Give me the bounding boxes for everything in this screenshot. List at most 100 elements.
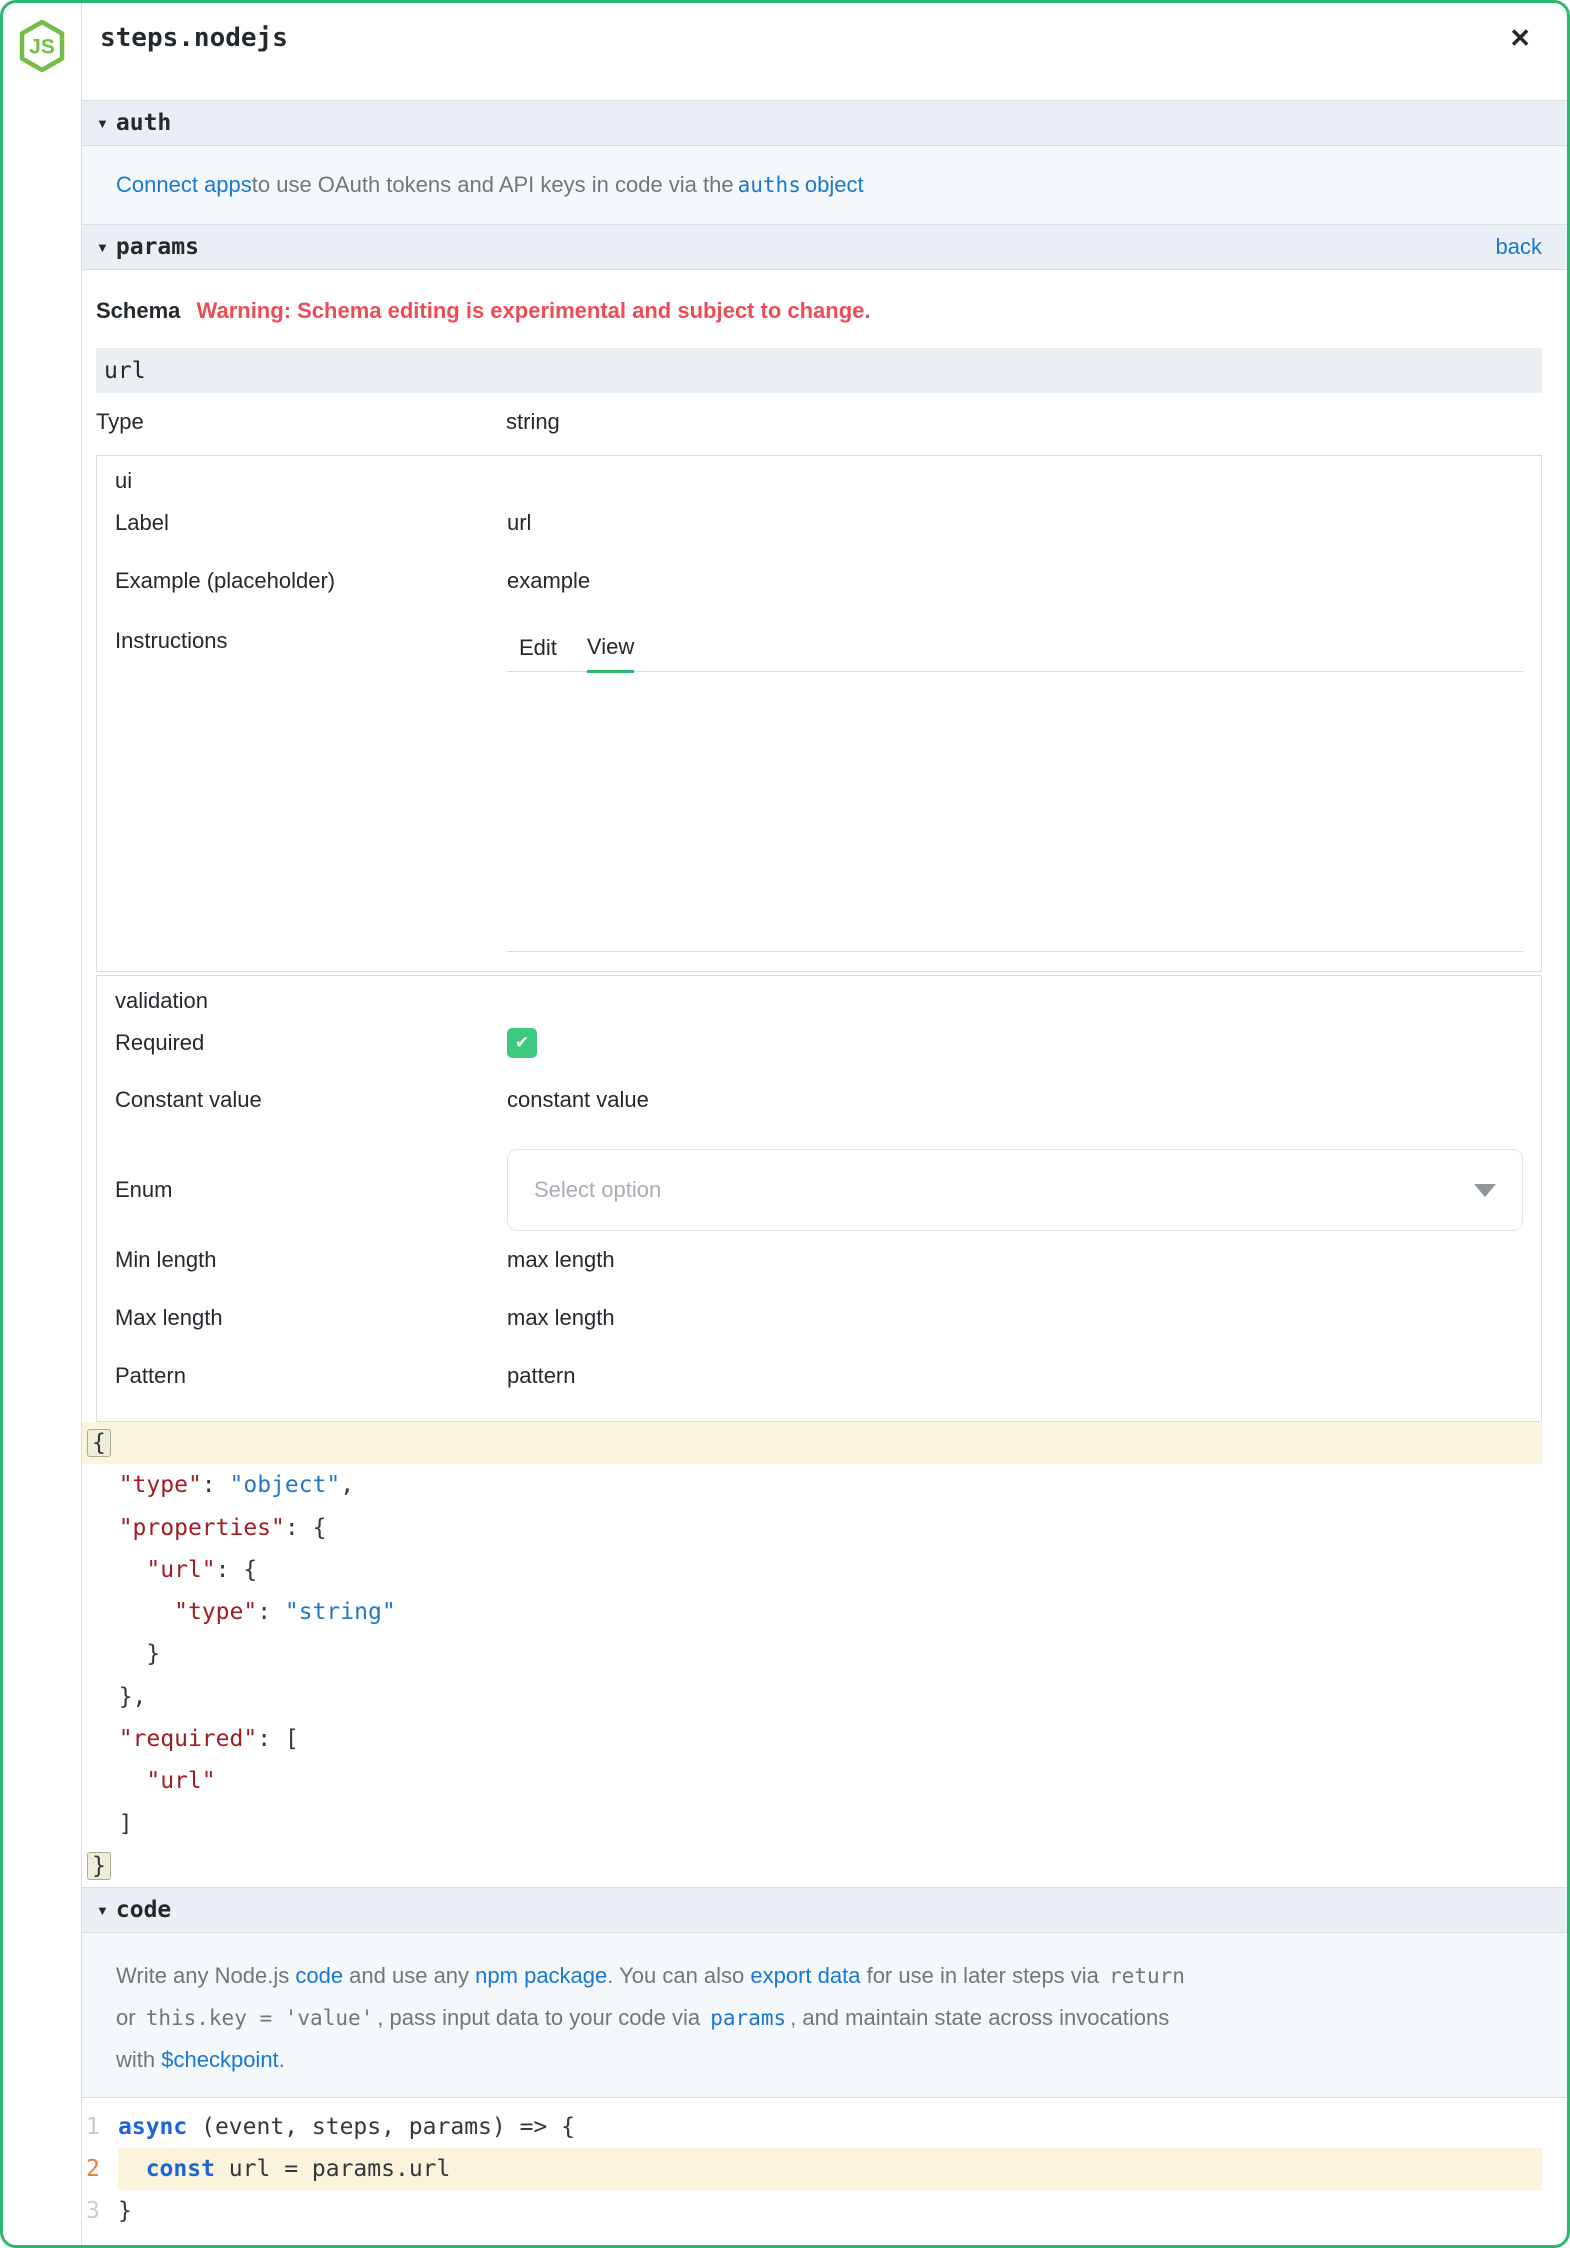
text-segment: and use any: [343, 1963, 475, 1988]
auth-section-header[interactable]: ▼ auth: [82, 100, 1567, 146]
code-token: : [: [257, 1726, 299, 1752]
code-editor-line[interactable]: 3}: [82, 2190, 1542, 2232]
inline-link[interactable]: Connect apps: [116, 172, 252, 198]
schema-editor-line[interactable]: "url": [82, 1760, 1542, 1802]
required-label: Required: [115, 1030, 507, 1056]
schema-editor-line[interactable]: },: [82, 1676, 1542, 1718]
back-link[interactable]: back: [1496, 234, 1542, 260]
chevron-down-icon: [1474, 1184, 1496, 1197]
code-token: [91, 1515, 119, 1541]
params-body: Schema Warning: Schema editing is experi…: [82, 270, 1567, 1422]
text-segment: for use in later steps via: [860, 1963, 1105, 1988]
schema-warning: Warning: Schema editing is experimental …: [197, 298, 871, 323]
label-row-value[interactable]: url: [507, 510, 531, 536]
tab-view[interactable]: View: [587, 634, 634, 673]
code-token: "type": [119, 1472, 202, 1498]
params-section-label: params: [116, 234, 199, 260]
line-number: 2: [82, 2148, 118, 2190]
code-line-content[interactable]: }: [118, 2190, 1542, 2232]
code-line-content[interactable]: async (event, steps, params) => {: [118, 2106, 1542, 2148]
inline-link[interactable]: $checkpoint: [161, 2047, 278, 2072]
schema-json-editor[interactable]: { "type": "object", "properties": { "url…: [82, 1422, 1542, 1887]
constant-value-label: Constant value: [115, 1087, 507, 1113]
code-token: "url": [146, 1557, 215, 1583]
code-token: ]: [91, 1811, 133, 1837]
schema-editor-line[interactable]: {: [82, 1422, 1542, 1464]
example-row: Example (placeholder) example: [115, 552, 1523, 610]
param-name-field[interactable]: url: [96, 348, 1542, 393]
code-token: "properties": [119, 1515, 285, 1541]
collapse-triangle-icon[interactable]: ▼: [96, 240, 109, 255]
step-title: steps.nodejs: [100, 23, 288, 53]
schema-editor-line[interactable]: "required": [: [82, 1718, 1542, 1760]
inline-link[interactable]: export data: [750, 1963, 860, 1988]
code-editor-line[interactable]: 2 const url = params.url: [82, 2148, 1542, 2190]
code-token: {: [87, 1429, 111, 1457]
schema-editor-line[interactable]: }: [82, 1845, 1542, 1887]
min-length-row: Min length max length: [115, 1231, 1523, 1289]
enum-select[interactable]: Select option: [507, 1149, 1523, 1231]
text-segment: , pass input data to your code via: [377, 2005, 706, 2030]
example-row-value[interactable]: example: [507, 568, 590, 594]
type-value[interactable]: string: [506, 409, 560, 435]
titlebar: steps.nodejs ✕: [82, 3, 1567, 100]
schema-editor-line[interactable]: "type": "string": [82, 1591, 1542, 1633]
code-token: "type": [174, 1599, 257, 1625]
inline-link[interactable]: params: [706, 2006, 790, 2030]
schema-editor-line[interactable]: "url": {: [82, 1549, 1542, 1591]
text-segment: . You can also: [607, 1963, 750, 1988]
inline-link[interactable]: npm package: [475, 1963, 607, 1988]
step-icon-gutter: JS: [3, 3, 82, 2245]
pattern-field[interactable]: pattern: [507, 1363, 576, 1389]
inline-link[interactable]: auths: [734, 173, 805, 197]
code-token: async: [118, 2114, 187, 2140]
code-section-label: code: [116, 1897, 171, 1923]
validation-box: validation Required ✔ Constant value con…: [96, 975, 1542, 1422]
schema-editor-line[interactable]: ]: [82, 1803, 1542, 1845]
required-checkbox[interactable]: ✔: [507, 1028, 537, 1058]
text-segment: , and maintain state across invocations: [790, 2005, 1169, 2030]
code-token: "object": [230, 1472, 341, 1498]
schema-heading: Schema Warning: Schema editing is experi…: [96, 296, 1542, 326]
min-length-field[interactable]: max length: [507, 1247, 615, 1273]
code-section-header[interactable]: ▼ code: [82, 1887, 1567, 1933]
code-token: "required": [119, 1726, 257, 1752]
required-row: Required ✔: [115, 1014, 1523, 1072]
schema-editor-line[interactable]: "type": "object",: [82, 1464, 1542, 1506]
code-token: "string": [285, 1599, 396, 1625]
inline-link[interactable]: object: [805, 172, 864, 198]
code-line-content[interactable]: const url = params.url: [118, 2148, 1542, 2190]
code-token: [91, 1557, 146, 1583]
code-editor-line[interactable]: 1async (event, steps, params) => {: [82, 2106, 1542, 2148]
instructions-label: Instructions: [115, 610, 507, 672]
max-length-label: Max length: [115, 1305, 507, 1331]
min-length-label: Min length: [115, 1247, 507, 1273]
code-token: "url": [146, 1768, 215, 1794]
code-editor[interactable]: 1async (event, steps, params) => {2 cons…: [82, 2098, 1542, 2245]
text-segment: Write any Node.js: [116, 1963, 295, 1988]
enum-label: Enum: [115, 1149, 507, 1231]
code-description: Write any Node.js code and use any npm p…: [82, 1933, 1567, 2098]
svg-text:JS: JS: [29, 36, 55, 59]
collapse-triangle-icon[interactable]: ▼: [96, 1903, 109, 1918]
schema-editor-line[interactable]: "properties": {: [82, 1507, 1542, 1549]
text-segment: this.key = 'value': [142, 2006, 378, 2030]
nodejs-icon: JS: [18, 19, 66, 73]
line-number: 1: [82, 2106, 118, 2148]
code-token: : {: [216, 1557, 258, 1583]
max-length-field[interactable]: max length: [507, 1305, 615, 1331]
collapse-triangle-icon[interactable]: ▼: [96, 116, 109, 131]
close-icon[interactable]: ✕: [1509, 23, 1531, 53]
code-token: :: [202, 1472, 230, 1498]
code-token: [118, 2156, 146, 2182]
constant-value-field[interactable]: constant value: [507, 1087, 649, 1113]
inline-link[interactable]: code: [295, 1963, 343, 1988]
example-row-label: Example (placeholder): [115, 568, 507, 594]
code-token: }: [118, 2198, 132, 2224]
max-length-row: Max length max length: [115, 1289, 1523, 1347]
text-segment: to use OAuth tokens and API keys in code…: [252, 172, 734, 198]
tab-edit[interactable]: Edit: [519, 635, 557, 671]
checkmark-icon: ✔: [515, 1033, 529, 1053]
params-section-header[interactable]: ▼ params back: [82, 224, 1567, 270]
schema-editor-line[interactable]: }: [82, 1633, 1542, 1675]
